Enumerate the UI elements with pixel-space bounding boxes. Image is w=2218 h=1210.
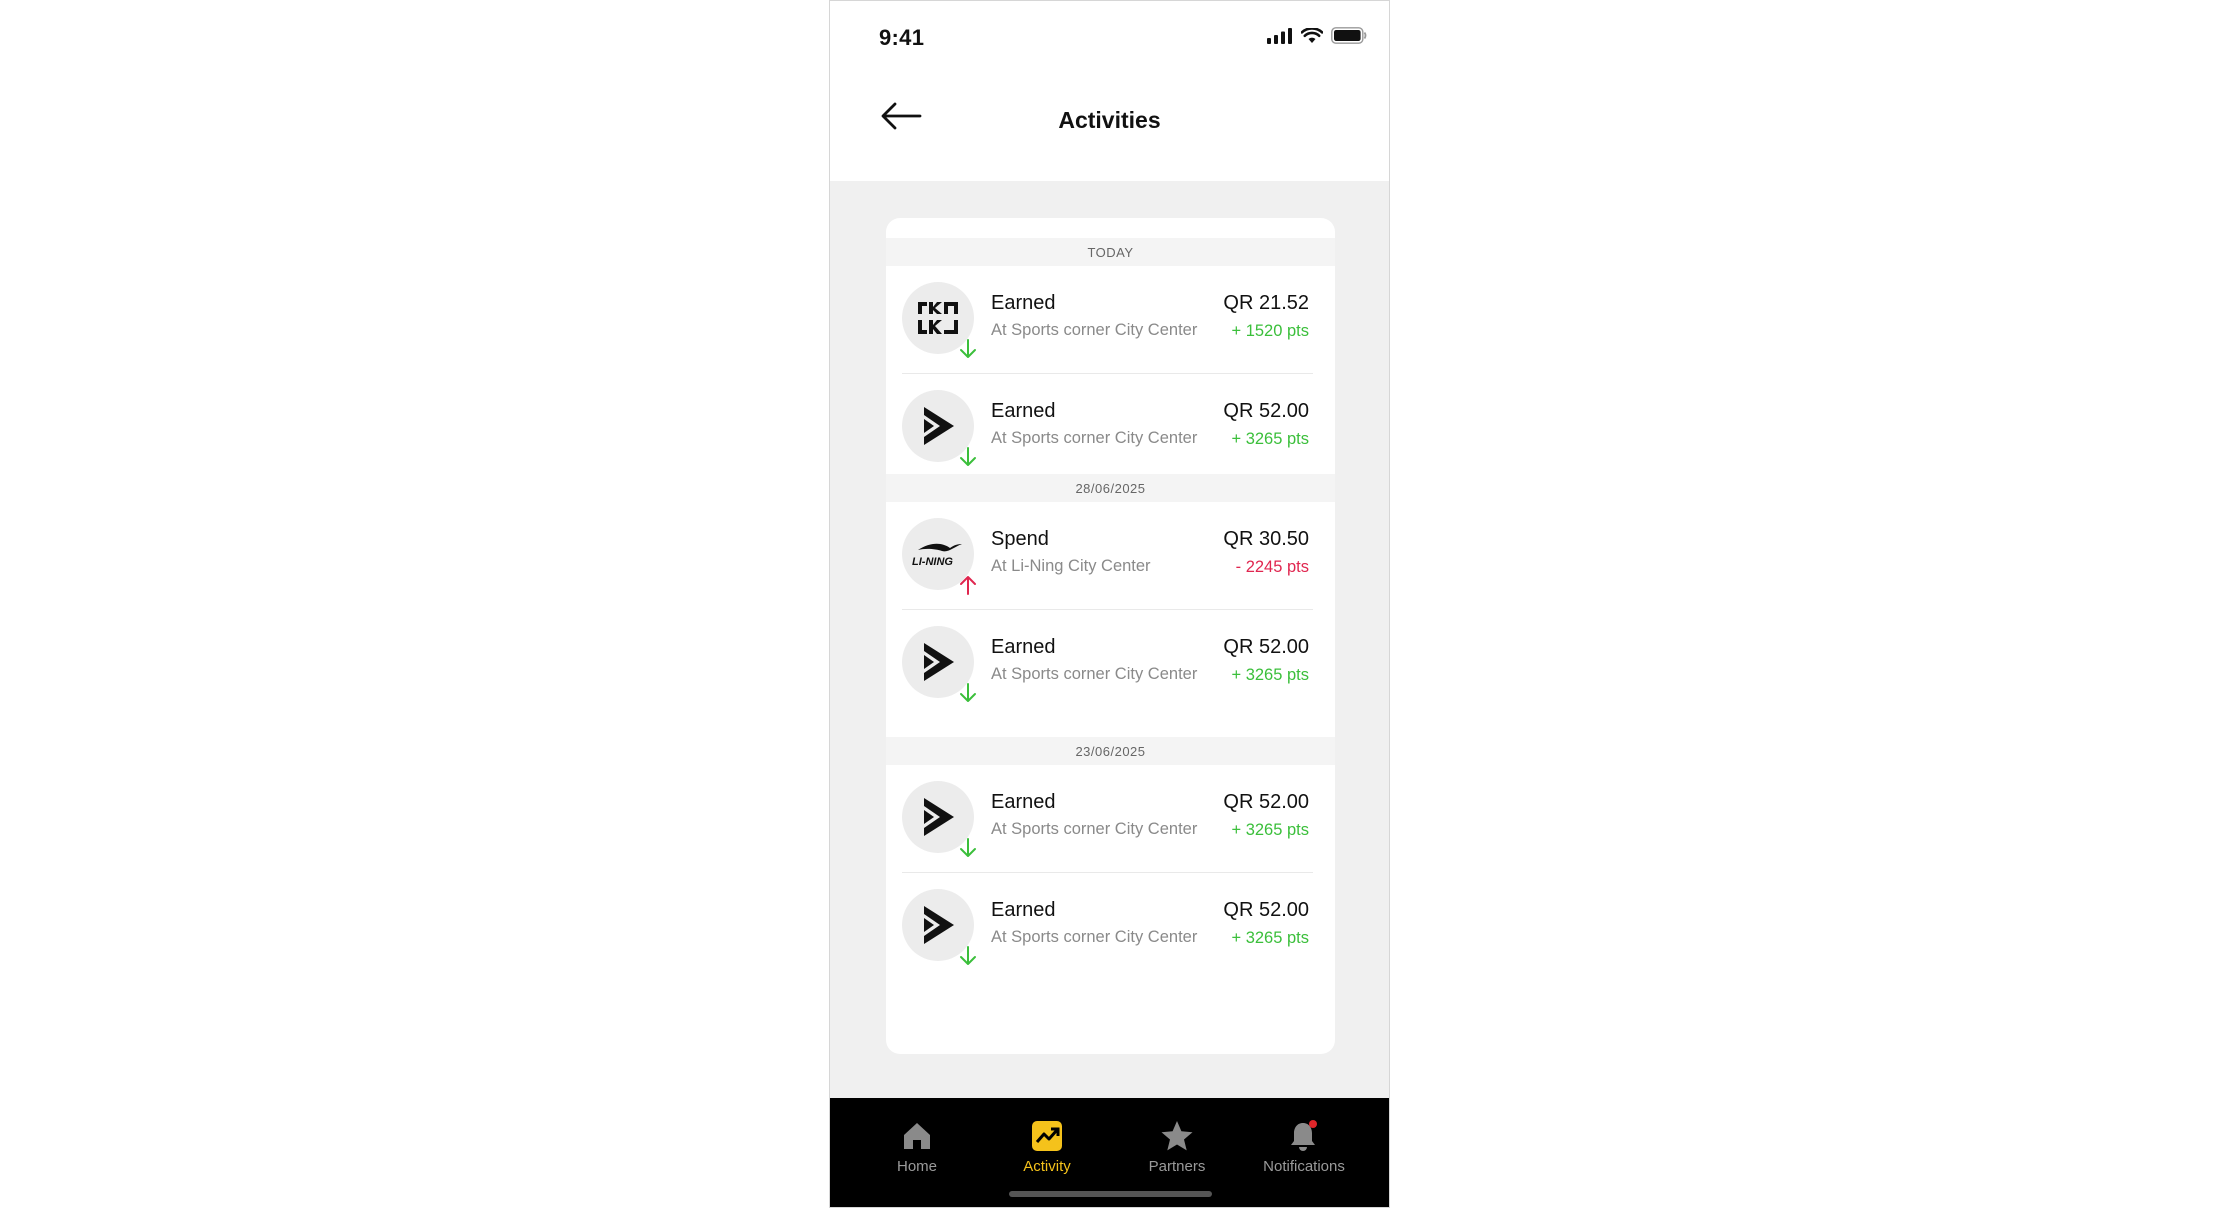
activity-type: Earned bbox=[991, 636, 1056, 658]
activity-amount: QR 52.00 bbox=[1223, 636, 1309, 658]
bell-icon bbox=[1291, 1120, 1317, 1151]
activity-location: At Sports corner City Center bbox=[991, 928, 1198, 946]
tab-partners[interactable]: Partners bbox=[1122, 1118, 1232, 1175]
activity-row[interactable]: Earned At Sports corner City Center QR 52.… bbox=[886, 765, 1335, 873]
activity-amount: QR 30.50 bbox=[1223, 528, 1309, 550]
tab-home[interactable]: Home bbox=[862, 1118, 972, 1175]
ckn-logo-icon bbox=[918, 302, 958, 334]
activity-location: At Sports corner City Center bbox=[991, 665, 1198, 683]
activity-type: Earned bbox=[991, 791, 1056, 813]
status-bar: 9:41 bbox=[830, 1, 1389, 71]
tab-activity-label: Activity bbox=[1023, 1158, 1071, 1175]
battery-icon bbox=[1331, 27, 1367, 44]
spent-arrow-icon bbox=[960, 576, 976, 595]
sports-corner-logo-icon bbox=[924, 798, 954, 836]
activity-type: Earned bbox=[991, 899, 1056, 921]
tab-home-label: Home bbox=[896, 1158, 937, 1175]
home-icon bbox=[904, 1123, 930, 1149]
activity-location: At Li-Ning City Center bbox=[991, 557, 1151, 575]
activity-row[interactable]: Earned At Sports corner City Center QR 52.… bbox=[886, 873, 1335, 981]
activity-type: Spend bbox=[991, 528, 1049, 550]
phone-screen: 9:41 Activities TODAY Earned At Sports c… bbox=[829, 0, 1390, 1208]
activity-amount: QR 52.00 bbox=[1223, 400, 1309, 422]
activity-amount: QR 52.00 bbox=[1223, 899, 1309, 921]
activities-card: TODAY Earned At Sports corner City Center Q… bbox=[886, 218, 1335, 1054]
activities-content[interactable]: TODAY Earned At Sports corner City Center Q… bbox=[830, 181, 1389, 1098]
star-icon bbox=[1161, 1121, 1193, 1151]
date-section-header: TODAY bbox=[886, 238, 1335, 266]
activity-icon bbox=[1032, 1121, 1062, 1151]
sports-corner-logo-icon bbox=[924, 906, 954, 944]
activity-points: + 3265 pts bbox=[1231, 666, 1309, 684]
activity-row[interactable]: LI-NING Spend At Li-Ning City Center QR 30.… bbox=[886, 502, 1335, 610]
activity-row[interactable]: Earned At Sports corner City Center QR 21.… bbox=[886, 266, 1335, 374]
home-indicator bbox=[1009, 1191, 1212, 1197]
page-title: Activities bbox=[1058, 107, 1161, 133]
status-time: 9:41 bbox=[879, 25, 925, 50]
tab-activity[interactable]: Activity bbox=[992, 1118, 1102, 1175]
activity-amount: QR 21.52 bbox=[1223, 292, 1309, 314]
date-section-header: 23/06/2025 bbox=[886, 737, 1335, 765]
tab-notifications-label: Notifications bbox=[1263, 1158, 1345, 1175]
sports-corner-logo-icon bbox=[924, 407, 954, 445]
earned-arrow-icon bbox=[960, 683, 976, 702]
tab-notifications[interactable]: Notifications bbox=[1249, 1118, 1359, 1175]
earned-arrow-icon bbox=[960, 838, 976, 857]
tab-bar: Home Activity Partners Notifications bbox=[830, 1098, 1389, 1207]
activity-row[interactable]: Earned At Sports corner City Center QR 52.… bbox=[886, 610, 1335, 718]
signal-icon bbox=[1267, 27, 1292, 44]
activity-amount: QR 52.00 bbox=[1223, 791, 1309, 813]
status-icons bbox=[1267, 27, 1367, 44]
activity-points: + 1520 pts bbox=[1231, 322, 1309, 340]
activity-location: At Sports corner City Center bbox=[991, 820, 1198, 838]
earned-arrow-icon bbox=[960, 339, 976, 358]
earned-arrow-icon bbox=[960, 447, 976, 466]
activity-location: At Sports corner City Center bbox=[991, 321, 1198, 339]
wifi-icon bbox=[1301, 27, 1323, 43]
tab-partners-label: Partners bbox=[1148, 1158, 1206, 1175]
activity-location: At Sports corner City Center bbox=[991, 429, 1198, 447]
notification-badge bbox=[1309, 1120, 1317, 1128]
earned-arrow-icon bbox=[960, 946, 976, 965]
header: Activities bbox=[830, 71, 1389, 181]
date-section-header: 28/06/2025 bbox=[886, 474, 1335, 502]
activity-points: - 2245 pts bbox=[1235, 558, 1309, 576]
svg-text:LI-NING: LI-NING bbox=[912, 556, 953, 568]
sports-corner-logo-icon bbox=[924, 643, 954, 681]
activity-row[interactable]: Earned At Sports corner City Center QR 52.… bbox=[886, 374, 1335, 482]
activity-type: Earned bbox=[991, 292, 1056, 314]
li-ning-logo-icon: LI-NING bbox=[912, 543, 962, 568]
activity-points: + 3265 pts bbox=[1231, 821, 1309, 839]
activity-points: + 3265 pts bbox=[1231, 430, 1309, 448]
activity-points: + 3265 pts bbox=[1231, 929, 1309, 947]
activity-type: Earned bbox=[991, 400, 1056, 422]
